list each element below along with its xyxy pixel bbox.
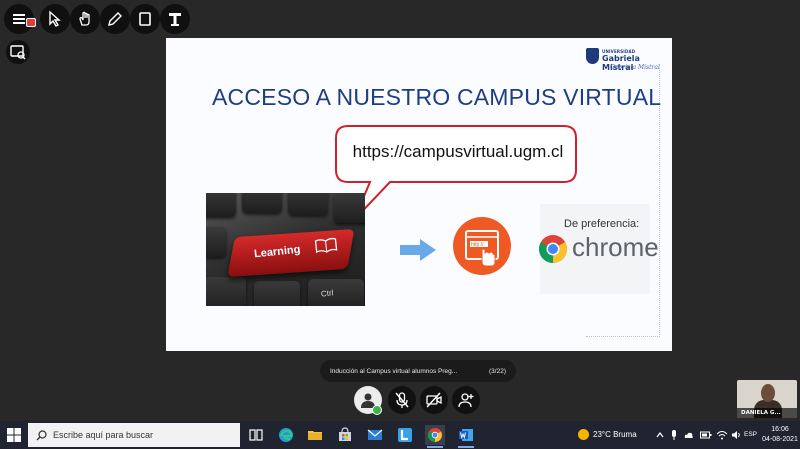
participants-button[interactable] xyxy=(452,386,480,414)
slide-guide-line xyxy=(586,336,660,337)
university-logo: UNIVERSIDAD Gabriela Mistral Gabriela Mi… xyxy=(584,44,668,80)
chrome-icon xyxy=(428,428,442,442)
people-icon xyxy=(458,393,474,408)
crest-icon xyxy=(586,48,599,64)
learning-keyboard-image: Learning Ctrl xyxy=(206,193,365,306)
blue-l-app-icon xyxy=(398,428,412,442)
preference-label: De preferencia: xyxy=(564,218,640,230)
slide-title: ACCESO A NUESTRO CAMPUS VIRTUAL xyxy=(212,84,662,110)
recording-badge xyxy=(26,18,36,27)
volume-tray-icon[interactable] xyxy=(731,430,741,440)
folder-icon xyxy=(308,431,322,440)
mic-off-icon xyxy=(395,392,409,408)
pointer-icon xyxy=(49,10,61,27)
pen-tool-button[interactable] xyxy=(100,4,130,34)
taskbar-store[interactable] xyxy=(335,425,355,445)
taskbar-chrome[interactable] xyxy=(425,425,445,448)
right-arrow-icon xyxy=(400,239,436,261)
hand-icon xyxy=(79,11,90,26)
text-stamp-icon xyxy=(169,13,181,26)
browser-click-icon: http:// xyxy=(453,217,511,275)
camera-button[interactable] xyxy=(420,386,448,414)
taskbar-edge[interactable] xyxy=(276,425,296,445)
logo-signature: Gabriela Mistral xyxy=(610,64,660,71)
sun-icon xyxy=(578,429,589,440)
search-icon xyxy=(36,429,47,440)
presentation-caption[interactable]: Inducción al Campus virtual alumnos Preg… xyxy=(320,360,516,382)
windows-start-icon[interactable] xyxy=(6,427,22,443)
battery-tray-icon[interactable] xyxy=(700,430,712,440)
word-icon xyxy=(459,429,473,441)
cloud-tray-icon[interactable] xyxy=(684,430,694,440)
taskbar-word[interactable] xyxy=(456,425,476,448)
campus-url[interactable]: https://campusvirtual.ugm.cl xyxy=(342,142,574,162)
system-clock[interactable]: 16:06 04-08-2021 xyxy=(760,425,800,445)
search-placeholder: Escribe aquí para buscar xyxy=(53,430,154,440)
mail-icon xyxy=(367,429,383,440)
participant-face xyxy=(761,384,775,402)
presentation-title: Inducción al Campus virtual alumnos Preg… xyxy=(330,367,458,375)
language-indicator[interactable]: ESP xyxy=(744,431,757,438)
presentation-slide: UNIVERSIDAD Gabriela Mistral Gabriela Mi… xyxy=(166,38,672,351)
chrome-wordmark: chrome xyxy=(572,232,659,262)
url-speech-bubble: https://campusvirtual.ugm.cl xyxy=(334,124,578,221)
open-book-icon xyxy=(314,237,338,254)
taskbar-app-l[interactable] xyxy=(395,425,415,445)
presence-status-icon xyxy=(372,405,382,415)
task-view-button[interactable] xyxy=(246,425,266,445)
mute-button[interactable] xyxy=(388,386,416,414)
clock-date: 04-08-2021 xyxy=(762,436,798,443)
screen-share-button[interactable] xyxy=(6,40,30,64)
chrome-logo-icon xyxy=(539,235,567,263)
hand-tool-button[interactable] xyxy=(70,4,100,34)
store-bag-icon xyxy=(339,427,351,441)
ctrl-key-label: Ctrl xyxy=(320,288,334,299)
pen-icon xyxy=(108,12,122,26)
camera-off-icon xyxy=(426,392,442,408)
slide-counter: (3/22) xyxy=(489,367,506,375)
microphone-tray-icon[interactable] xyxy=(670,429,678,441)
windows-taskbar: Escribe aquí para buscar 23°C Bruma ESP … xyxy=(0,421,800,449)
text-tool-button[interactable] xyxy=(160,4,190,34)
task-view-icon xyxy=(249,429,263,441)
chevron-up-icon[interactable] xyxy=(656,431,664,439)
browser-icon-text: http:// xyxy=(471,242,484,248)
taskbar-file-explorer[interactable] xyxy=(305,425,325,445)
rectangle-icon xyxy=(139,12,151,26)
screen-share-icon xyxy=(10,45,26,60)
wifi-tray-icon[interactable] xyxy=(716,430,728,440)
edge-icon xyxy=(279,428,293,442)
rectangle-tool-button[interactable] xyxy=(130,4,160,34)
clock-time: 16:06 xyxy=(771,426,789,433)
participant-video-thumbnail[interactable]: DANIELA G... xyxy=(737,380,797,418)
participant-name: DANIELA G... xyxy=(737,408,797,418)
pointer-tool-button[interactable] xyxy=(40,4,70,34)
meeting-window: UNIVERSIDAD Gabriela Mistral Gabriela Mi… xyxy=(0,0,800,449)
taskbar-search-input[interactable]: Escribe aquí para buscar xyxy=(28,423,240,447)
taskbar-mail[interactable] xyxy=(365,425,385,445)
weather-widget[interactable]: 23°C Bruma xyxy=(578,429,637,440)
weather-text: 23°C Bruma xyxy=(593,430,637,439)
